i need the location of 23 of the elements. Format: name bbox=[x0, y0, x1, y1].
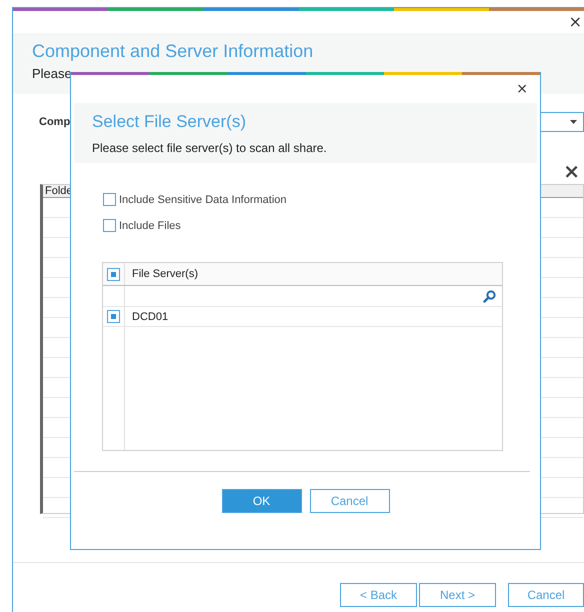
close-button[interactable]: × bbox=[566, 14, 584, 30]
select-all-checkbox[interactable] bbox=[107, 268, 120, 280]
ok-button[interactable]: OK bbox=[222, 489, 302, 513]
dialog-subtitle: Please select file server(s) to scan all share. bbox=[92, 141, 327, 155]
checkbox-label: Include Files bbox=[119, 220, 181, 232]
search-icon bbox=[483, 290, 496, 302]
cancel-button[interactable]: Cancel bbox=[310, 489, 390, 513]
column-header: File Server(s) bbox=[131, 267, 198, 282]
window-title: Component and Server Information bbox=[32, 41, 314, 62]
wizard-button[interactable]: < Back bbox=[340, 583, 417, 607]
wizard-button[interactable]: Cancel bbox=[508, 583, 584, 607]
caret-icon bbox=[570, 120, 577, 124]
wizard-button[interactable]: Next > bbox=[419, 583, 496, 607]
window-subtitle: Please bbox=[32, 66, 72, 81]
checkbox[interactable] bbox=[103, 193, 116, 206]
component-label: Comp bbox=[39, 116, 70, 128]
row-checkbox[interactable] bbox=[107, 310, 120, 323]
close-button[interactable]: × bbox=[514, 82, 530, 96]
checkbox-label: Include Sensitive Data Information bbox=[119, 194, 287, 206]
checkbox[interactable] bbox=[103, 219, 116, 232]
clear-button[interactable]: × bbox=[563, 160, 580, 182]
table-cell-text: DCD01 bbox=[131, 310, 168, 324]
dialog-title: Select File Server(s) bbox=[92, 112, 246, 132]
